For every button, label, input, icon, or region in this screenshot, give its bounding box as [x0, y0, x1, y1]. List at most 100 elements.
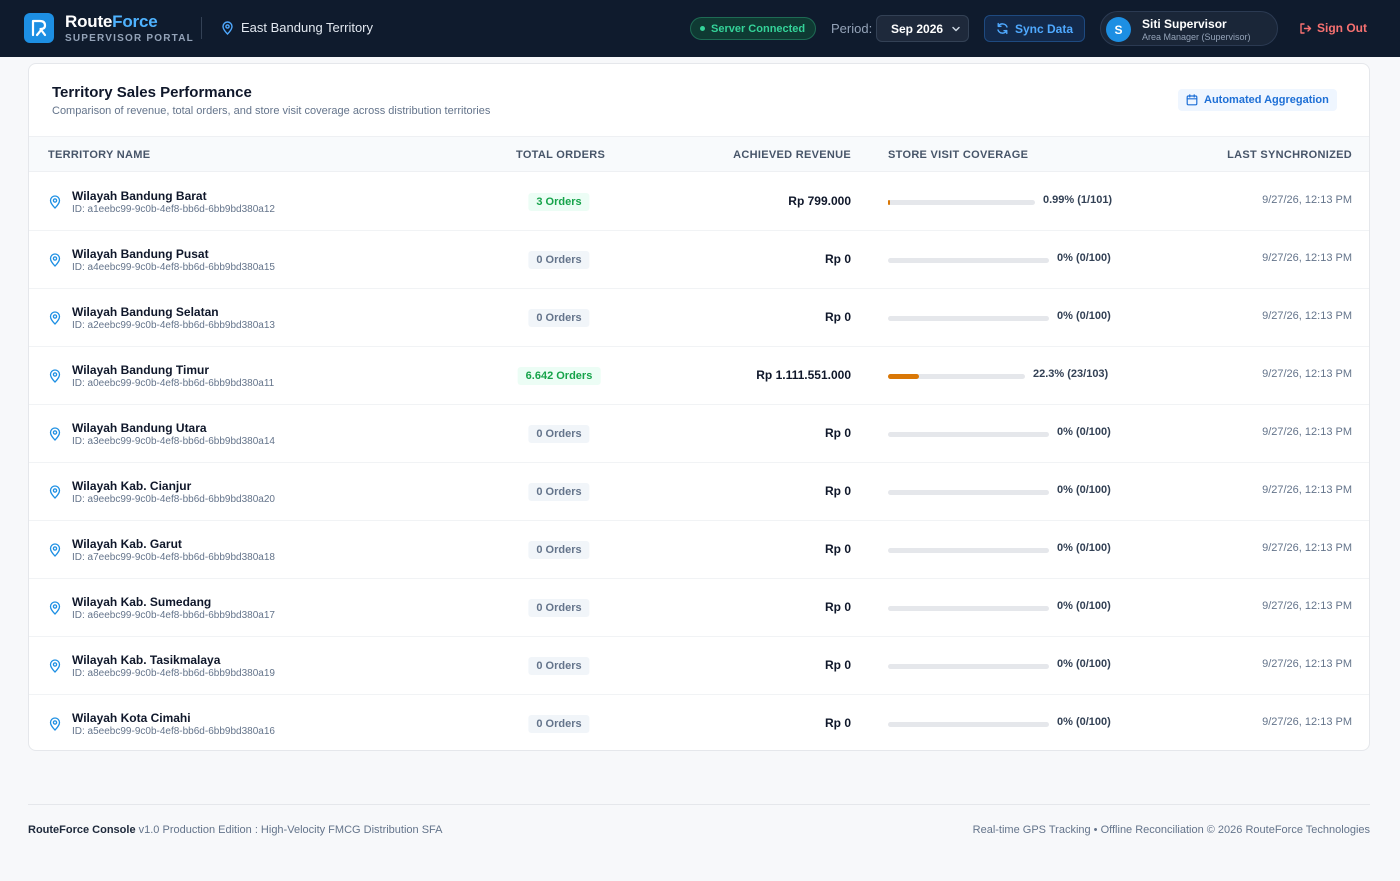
coverage-progress-bar	[888, 722, 1049, 727]
sign-out-label: Sign Out	[1317, 21, 1367, 35]
coverage-progress-bar	[888, 374, 1025, 379]
table-row[interactable]: Wilayah Kab. Tasikmalaya ID: a8eebc99-9c0…	[29, 637, 1369, 695]
coverage-progress-bar	[888, 258, 1049, 263]
last-synced-time: 9/27/26, 12:13 PM	[1262, 194, 1352, 206]
revenue-value: Rp 0	[824, 484, 851, 498]
map-pin-icon	[49, 543, 61, 562]
table-row[interactable]: Wilayah Bandung Barat ID: a1eebc99-9c0b-4…	[29, 173, 1369, 231]
column-header-last-synced[interactable]: LAST SYNCHRONIZED	[1227, 149, 1352, 161]
orders-badge: 0 Orders	[528, 483, 590, 501]
last-synced-time: 9/27/26, 12:13 PM	[1262, 426, 1352, 438]
sign-out-button[interactable]: Sign Out	[1299, 21, 1367, 35]
footer-right: Real-time GPS Tracking • Offline Reconci…	[972, 824, 1370, 836]
column-header-territory[interactable]: TERRITORY NAME	[48, 149, 150, 161]
last-synced-time: 9/27/26, 12:13 PM	[1262, 600, 1352, 612]
map-pin-icon	[49, 485, 61, 504]
column-header-coverage[interactable]: STORE VISIT COVERAGE	[888, 149, 1028, 161]
table-row[interactable]: Wilayah Kota Cimahi ID: a5eebc99-9c0b-4ef…	[29, 695, 1369, 750]
coverage-progress-bar	[888, 432, 1049, 437]
coverage-text: 0% (0/100)	[1057, 310, 1111, 322]
orders-badge: 0 Orders	[528, 309, 590, 327]
orders-badge: 0 Orders	[528, 251, 590, 269]
orders-badge: 0 Orders	[528, 715, 590, 733]
coverage-text: 0% (0/100)	[1057, 426, 1111, 438]
territory-id: ID: a6eebc99-9c0b-4ef8-bb6d-6bb9bd380a17	[72, 610, 275, 621]
table-row[interactable]: Wilayah Kab. Cianjur ID: a9eebc99-9c0b-4e…	[29, 463, 1369, 521]
table-row[interactable]: Wilayah Bandung Utara ID: a3eebc99-9c0b-4…	[29, 405, 1369, 463]
map-pin-icon	[49, 601, 61, 620]
territory-id: ID: a4eebc99-9c0b-4ef8-bb6d-6bb9bd380a15	[72, 262, 275, 273]
territory-id: ID: a0eebc99-9c0b-4ef8-bb6d-6bb9bd380a11	[72, 378, 275, 389]
territory-name[interactable]: Wilayah Bandung Barat	[72, 189, 207, 203]
territory-name[interactable]: Wilayah Bandung Pusat	[72, 247, 209, 261]
map-pin-icon	[49, 717, 61, 736]
brand-name: RouteForce	[65, 12, 158, 31]
territory-name[interactable]: Wilayah Kab. Garut	[72, 537, 182, 551]
orders-badge: 3 Orders	[528, 193, 590, 211]
sync-data-button[interactable]: Sync Data	[984, 15, 1085, 42]
table-row[interactable]: Wilayah Kab. Garut ID: a7eebc99-9c0b-4ef8…	[29, 521, 1369, 579]
avatar: S	[1106, 17, 1131, 42]
coverage-text: 22.3% (23/103)	[1033, 368, 1109, 380]
territory-id: ID: a2eebc99-9c0b-4ef8-bb6d-6bb9bd380a13	[72, 320, 275, 331]
brand: RouteForce SUPERVISOR PORTAL	[65, 12, 194, 45]
map-pin-icon	[49, 195, 61, 214]
coverage-progress-fill	[888, 200, 890, 205]
last-synced-time: 9/27/26, 12:13 PM	[1262, 716, 1352, 728]
period-select[interactable]: Sep 2026	[876, 15, 969, 42]
territory-name[interactable]: Wilayah Bandung Timur	[72, 363, 209, 377]
coverage-progress-bar	[888, 316, 1049, 321]
server-status-badge: Server Connected	[690, 17, 817, 40]
territory-id: ID: a5eebc99-9c0b-4ef8-bb6d-6bb9bd380a16	[72, 726, 275, 737]
table-row[interactable]: Wilayah Bandung Pusat ID: a4eebc99-9c0b-4…	[29, 231, 1369, 289]
territory-name[interactable]: Wilayah Kab. Cianjur	[72, 479, 191, 493]
revenue-value: Rp 0	[824, 252, 851, 266]
coverage-progress-bar	[888, 490, 1049, 495]
logout-icon	[1300, 22, 1312, 34]
header-divider	[201, 17, 202, 39]
revenue-value: Rp 0	[824, 542, 851, 556]
last-synced-time: 9/27/26, 12:13 PM	[1262, 542, 1352, 554]
territory-name: East Bandung Territory	[241, 20, 373, 35]
territory-name[interactable]: Wilayah Kab. Sumedang	[72, 595, 211, 609]
table-row[interactable]: Wilayah Bandung Selatan ID: a2eebc99-9c0b…	[29, 289, 1369, 347]
coverage-progress-fill	[888, 374, 919, 379]
coverage-text: 0% (0/100)	[1057, 252, 1111, 264]
chevron-down-icon	[952, 26, 960, 32]
map-pin-icon	[49, 253, 61, 272]
footer-brand: RouteForce Console	[28, 824, 136, 836]
table-row[interactable]: Wilayah Bandung Timur ID: a0eebc99-9c0b-4…	[29, 347, 1369, 405]
coverage-progress-bar	[888, 606, 1049, 611]
map-pin-icon	[49, 369, 61, 388]
user-role: Area Manager (Supervisor)	[1142, 32, 1251, 42]
server-status-text: Server Connected	[711, 22, 806, 35]
status-dot-icon	[700, 26, 705, 31]
column-header-revenue[interactable]: ACHIEVED REVENUE	[733, 149, 851, 161]
calendar-icon	[1186, 94, 1198, 106]
revenue-value: Rp 1.111.551.000	[756, 368, 851, 382]
coverage-text: 0% (0/100)	[1057, 542, 1111, 554]
territory-name[interactable]: Wilayah Kota Cimahi	[72, 711, 191, 725]
last-synced-time: 9/27/26, 12:13 PM	[1262, 658, 1352, 670]
territory-performance-card: Territory Sales Performance Comparison o…	[28, 63, 1370, 751]
territory-id: ID: a9eebc99-9c0b-4ef8-bb6d-6bb9bd380a20	[72, 494, 275, 505]
routeforce-logo-icon[interactable]	[24, 13, 54, 43]
card-title: Territory Sales Performance	[52, 84, 252, 101]
territory-name[interactable]: Wilayah Bandung Utara	[72, 421, 207, 435]
territory-name[interactable]: Wilayah Bandung Selatan	[72, 305, 219, 319]
top-navigation-bar: RouteForce SUPERVISOR PORTAL East Bandun…	[0, 0, 1400, 57]
revenue-value: Rp 799.000	[788, 194, 851, 208]
user-name: Siti Supervisor	[1142, 17, 1227, 31]
table-row[interactable]: Wilayah Kab. Sumedang ID: a6eebc99-9c0b-4…	[29, 579, 1369, 637]
orders-badge: 0 Orders	[528, 541, 590, 559]
territory-id: ID: a3eebc99-9c0b-4ef8-bb6d-6bb9bd380a14	[72, 436, 275, 447]
revenue-value: Rp 0	[824, 658, 851, 672]
last-synced-time: 9/27/26, 12:13 PM	[1262, 484, 1352, 496]
user-profile-menu[interactable]: S Siti Supervisor Area Manager (Supervis…	[1100, 11, 1278, 46]
card-subtitle: Comparison of revenue, total orders, and…	[52, 105, 491, 117]
revenue-value: Rp 0	[824, 310, 851, 324]
last-synced-time: 9/27/26, 12:13 PM	[1262, 368, 1352, 380]
territory-name[interactable]: Wilayah Kab. Tasikmalaya	[72, 653, 220, 667]
column-header-orders[interactable]: TOTAL ORDERS	[516, 149, 605, 161]
revenue-value: Rp 0	[824, 426, 851, 440]
